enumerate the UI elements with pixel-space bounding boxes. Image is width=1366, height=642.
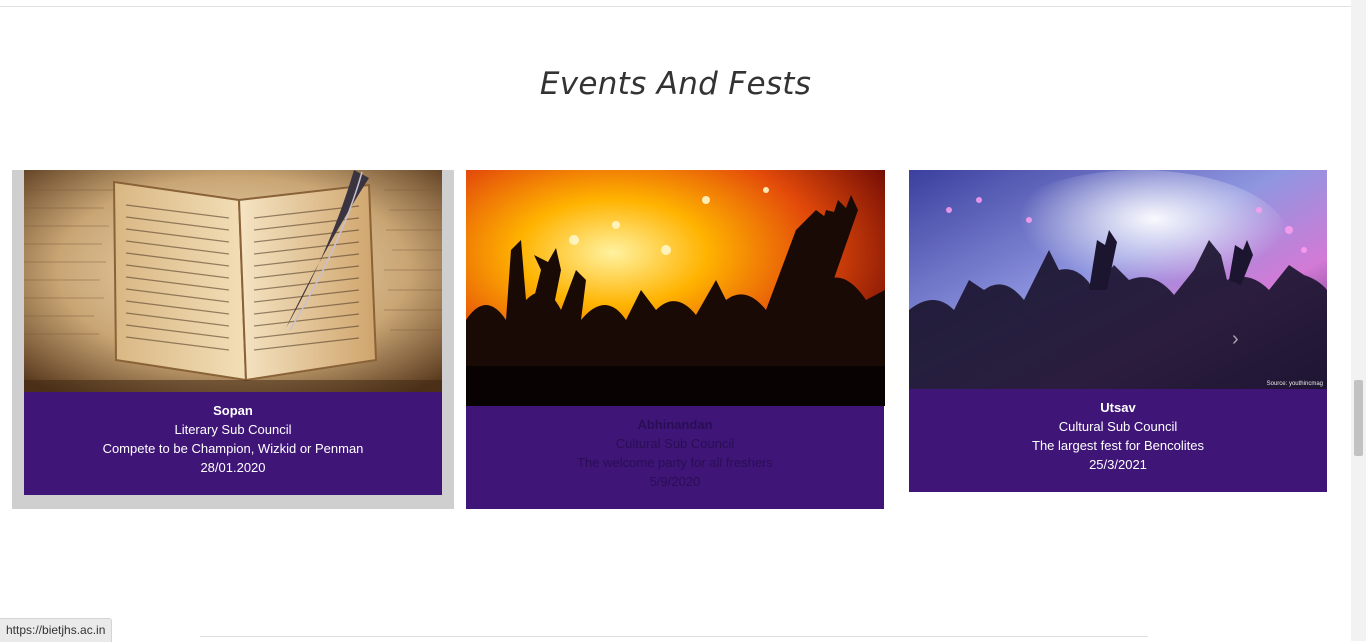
event-image-concert-orange	[466, 170, 885, 406]
event-image-concert-blue: Source: youthincmag	[909, 170, 1327, 389]
bottom-divider	[200, 636, 1148, 637]
page-scrollbar[interactable]	[1351, 0, 1366, 641]
event-date: 5/9/2020	[649, 474, 701, 489]
event-date: 28/01.2020	[200, 460, 266, 475]
event-card-body: Utsav Cultural Sub Council The largest f…	[909, 389, 1327, 492]
event-name: Abhinandan	[637, 417, 713, 432]
event-description: The welcome party for all freshers	[577, 455, 773, 470]
event-name: Sopan	[213, 403, 253, 418]
section-title: Events And Fests	[539, 66, 812, 102]
event-description: Compete to be Champion, Wizkid or Penman	[102, 441, 364, 456]
image-source-caption: Source: youthincmag	[1266, 381, 1323, 387]
event-council: Cultural Sub Council	[1058, 419, 1178, 434]
top-divider	[0, 6, 1351, 7]
event-council: Literary Sub Council	[174, 422, 292, 437]
event-description: The largest fest for Bencolites	[1032, 438, 1204, 453]
event-card-body: Abhinandan Cultural Sub Council The welc…	[466, 406, 884, 509]
event-card-body: Sopan Literary Sub Council Compete to be…	[24, 392, 442, 495]
event-image-book	[24, 170, 442, 392]
event-name: Utsav	[1100, 400, 1136, 415]
event-council: Cultural Sub Council	[615, 436, 735, 451]
scrollbar-thumb[interactable]	[1354, 380, 1363, 456]
status-bar-url: https://bietjhs.ac.in	[0, 618, 113, 642]
chevron-right-icon[interactable]: ›	[1232, 328, 1239, 351]
event-date: 25/3/2021	[1089, 457, 1147, 472]
